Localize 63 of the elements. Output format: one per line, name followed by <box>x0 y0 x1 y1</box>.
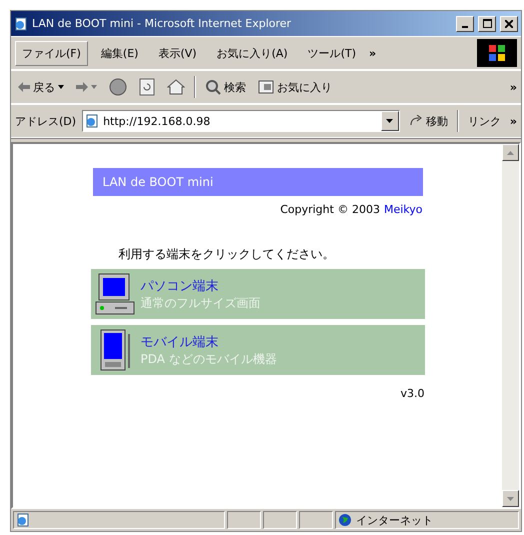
version-text: v3.0 <box>400 387 424 400</box>
search-button[interactable]: 検索 <box>202 77 249 97</box>
go-button[interactable]: 移動 <box>406 112 451 130</box>
caret-icon <box>91 85 97 89</box>
terminal-option[interactable]: モバイル端末 PDA などのモバイル機器 <box>90 325 424 375</box>
forward-arrow-icon <box>76 82 88 92</box>
address-label: アドレス(D) <box>15 114 76 128</box>
status-pane <box>227 511 261 529</box>
terminal-title: パソコン端末 <box>140 278 220 294</box>
more-chevron[interactable]: » <box>369 46 376 60</box>
links-button[interactable]: リンク <box>464 112 504 130</box>
page-banner: LAN de BOOT mini <box>92 168 422 196</box>
terminal-description: PDA などのモバイル機器 <box>140 350 277 368</box>
more-chevron[interactable]: » <box>510 114 517 128</box>
more-chevron[interactable]: » <box>510 80 517 94</box>
search-icon <box>205 79 221 95</box>
menu-item[interactable]: 編集(E) <box>94 40 146 66</box>
address-field[interactable]: http://192.168.0.98 <box>82 110 400 132</box>
forward-button[interactable] <box>73 80 100 94</box>
home-button[interactable] <box>164 77 188 97</box>
dropdown-button[interactable] <box>380 111 399 131</box>
globe-icon <box>338 513 352 527</box>
minimize-icon <box>462 26 468 28</box>
caret-icon <box>58 85 64 89</box>
favorites-button[interactable]: お気に入り <box>255 78 335 96</box>
close-button[interactable] <box>500 16 518 32</box>
page-icon <box>85 114 100 128</box>
zone-text: インターネット <box>356 512 433 528</box>
scrollbar[interactable] <box>502 144 519 507</box>
instruction-text: 利用する端末をクリックしてください。 <box>118 246 336 263</box>
back-arrow-icon <box>18 82 30 92</box>
down-arrow-icon <box>507 496 514 500</box>
home-icon <box>167 79 185 95</box>
scroll-down-button[interactable] <box>502 490 519 507</box>
page-icon <box>14 16 28 30</box>
scroll-up-button[interactable] <box>502 144 519 161</box>
windows-logo <box>477 39 517 67</box>
copyright-text: Copyright © 2003 <box>280 203 380 216</box>
maximize-icon <box>482 19 492 28</box>
window-title: LAN de BOOT mini - Microsoft Internet Explorer <box>32 17 292 30</box>
menu-item[interactable]: ツール(T) <box>300 40 363 66</box>
minimize-button[interactable] <box>456 16 474 32</box>
page-icon <box>16 513 30 527</box>
status-pane <box>299 511 333 529</box>
close-icon <box>505 20 513 28</box>
maximize-button[interactable] <box>478 16 496 32</box>
go-arrow-icon <box>408 115 423 127</box>
status-pane <box>263 511 297 529</box>
up-arrow-icon <box>507 150 514 154</box>
menu-item[interactable]: 表示(V) <box>151 40 204 66</box>
refresh-icon <box>139 78 155 96</box>
url-text: http://192.168.0.98 <box>103 114 210 128</box>
menu-item[interactable]: ファイル(F) <box>15 40 88 66</box>
back-button[interactable]: 戻る <box>15 78 67 96</box>
favorites-icon <box>258 80 274 94</box>
computer-icon <box>94 272 134 316</box>
terminal-option[interactable]: パソコン端末 通常のフルサイズ画面 <box>90 269 424 319</box>
company-link[interactable]: Meikyo <box>384 203 422 216</box>
terminal-title: モバイル端末 <box>140 334 220 350</box>
stop-icon <box>109 78 127 96</box>
menu-item[interactable]: お気に入り(A) <box>210 40 295 66</box>
terminal-description: 通常のフルサイズ画面 <box>140 294 260 312</box>
caret-icon <box>386 119 394 123</box>
